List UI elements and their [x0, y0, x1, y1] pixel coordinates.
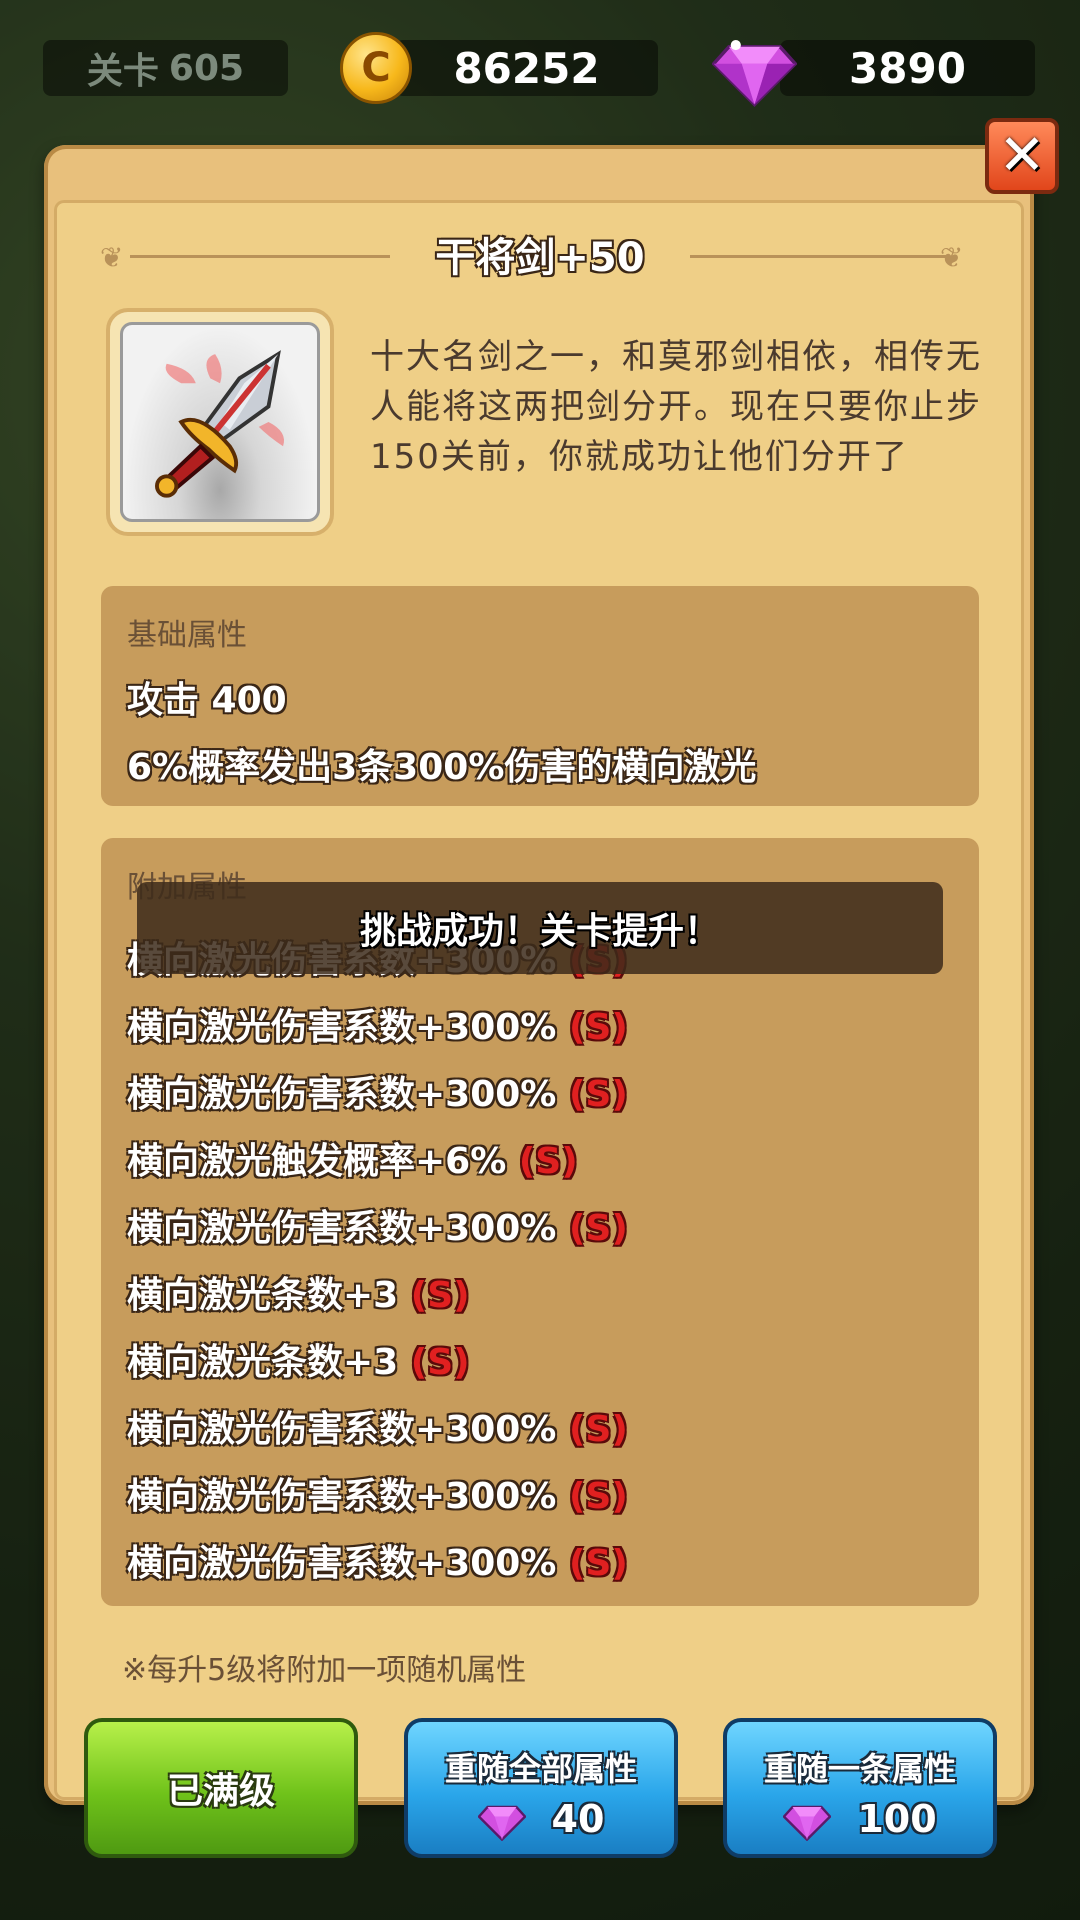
max-level-button[interactable]: 已满级 — [84, 1718, 358, 1858]
level-label: 关卡 — [86, 51, 159, 92]
base-stat-attack: 攻击 400 — [127, 680, 287, 721]
extra-stat-row: 横向激光条数+3 (S) — [127, 1333, 470, 1385]
extra-stat-text: 横向激光伤害系数+300% — [127, 1208, 557, 1249]
reroll-all-button[interactable]: 重随全部属性 40 — [404, 1718, 678, 1858]
item-icon-box — [120, 322, 320, 522]
level-value: 605 — [168, 47, 245, 89]
reroll-one-label: 重随一条属性 — [763, 1750, 956, 1788]
toast-message: 挑战成功！关卡提升！ — [137, 882, 943, 974]
base-attributes-section: 基础属性 攻击 400 6%概率发出3条300%伤害的横向激光 — [101, 586, 979, 806]
coin-icon-glyph: C — [361, 45, 391, 91]
extra-stat-text: 横向激光触发概率+6% — [127, 1141, 507, 1182]
extra-stat-text: 横向激光条数+3 — [127, 1275, 399, 1316]
extra-stat-grade: (S) — [568, 1074, 628, 1115]
top-bar: 关卡 605 86252 C 3890 — [0, 0, 1080, 120]
extra-stat-grade: (S) — [518, 1141, 578, 1182]
reroll-one-cost-value: 100 — [857, 1797, 937, 1841]
extra-stat-text: 横向激光伤害系数+300% — [127, 1007, 557, 1048]
extra-stat-row: 横向激光伤害系数+300% (S) — [127, 1400, 628, 1452]
item-icon-frame — [106, 308, 334, 536]
reroll-all-cost: 40 — [408, 1794, 674, 1844]
item-title: 干将剑+50 — [435, 235, 645, 281]
extra-stat-grade: (S) — [568, 1476, 628, 1517]
extra-stat-text: 横向激光伤害系数+300% — [127, 1476, 557, 1517]
extra-stat-grade: (S) — [568, 1543, 628, 1584]
extra-stat-row: 横向激光伤害系数+300% (S) — [127, 1534, 628, 1586]
close-icon: ✕ — [998, 123, 1046, 188]
extra-stat-grade: (S) — [410, 1342, 470, 1383]
reroll-one-button[interactable]: 重随一条属性 100 — [723, 1718, 997, 1858]
extra-stat-row: 横向激光伤害系数+300% (S) — [127, 1199, 628, 1251]
reroll-one-cost: 100 — [727, 1794, 993, 1844]
extra-stat-grade: (S) — [568, 1007, 628, 1048]
extra-stat-text: 横向激光伤害系数+300% — [127, 1074, 557, 1115]
extra-stat-row: 横向激光伤害系数+300% (S) — [127, 1467, 628, 1519]
extra-stat-grade: (S) — [568, 1208, 628, 1249]
gem-icon — [712, 39, 797, 107]
sword-icon — [155, 350, 285, 498]
title-divider-right — [690, 255, 950, 258]
level-indicator: 关卡 605 — [43, 40, 288, 96]
max-level-label: 已满级 — [166, 1771, 275, 1812]
item-title-row: ❦ 干将剑+50 ❦ — [100, 225, 980, 285]
gem-icon — [783, 1805, 832, 1841]
extra-stat-text: 横向激光伤害系数+300% — [127, 1409, 557, 1450]
gem-counter: 3890 — [780, 40, 1035, 96]
coin-value: 86252 — [453, 43, 600, 93]
base-attributes-title: 基础属性 — [127, 618, 247, 653]
extra-stat-text: 横向激光伤害系数+300% — [127, 1543, 557, 1584]
extra-stat-grade: (S) — [568, 1409, 628, 1450]
base-stat-laser: 6%概率发出3条300%伤害的横向激光 — [127, 747, 757, 788]
extra-stat-row: 横向激光伤害系数+300% (S) — [127, 998, 628, 1050]
coin-icon: C — [340, 32, 412, 104]
reroll-all-label: 重随全部属性 — [444, 1750, 637, 1788]
coin-counter: 86252 — [395, 40, 658, 96]
ornament-right-icon: ❦ — [940, 241, 964, 274]
title-divider-left — [130, 255, 390, 258]
close-button[interactable]: ✕ — [985, 118, 1059, 194]
extra-stat-text: 横向激光条数+3 — [127, 1342, 399, 1383]
extra-stat-row: 横向激光条数+3 (S) — [127, 1266, 470, 1318]
extra-stat-row: 横向激光伤害系数+300% (S) — [127, 1065, 628, 1117]
extra-stat-row: 横向激光触发概率+6% (S) — [127, 1132, 578, 1184]
reroll-all-cost-value: 40 — [551, 1797, 605, 1841]
gem-icon — [477, 1805, 526, 1841]
upgrade-note: ※每升5级将附加一项随机属性 — [122, 1653, 527, 1688]
extra-stat-grade: (S) — [410, 1275, 470, 1316]
gem-value: 3890 — [849, 43, 966, 93]
item-description: 十大名剑之一，和莫邪剑相依，相传无人能将这两把剑分开。现在只要你止步150关前，… — [370, 337, 982, 477]
